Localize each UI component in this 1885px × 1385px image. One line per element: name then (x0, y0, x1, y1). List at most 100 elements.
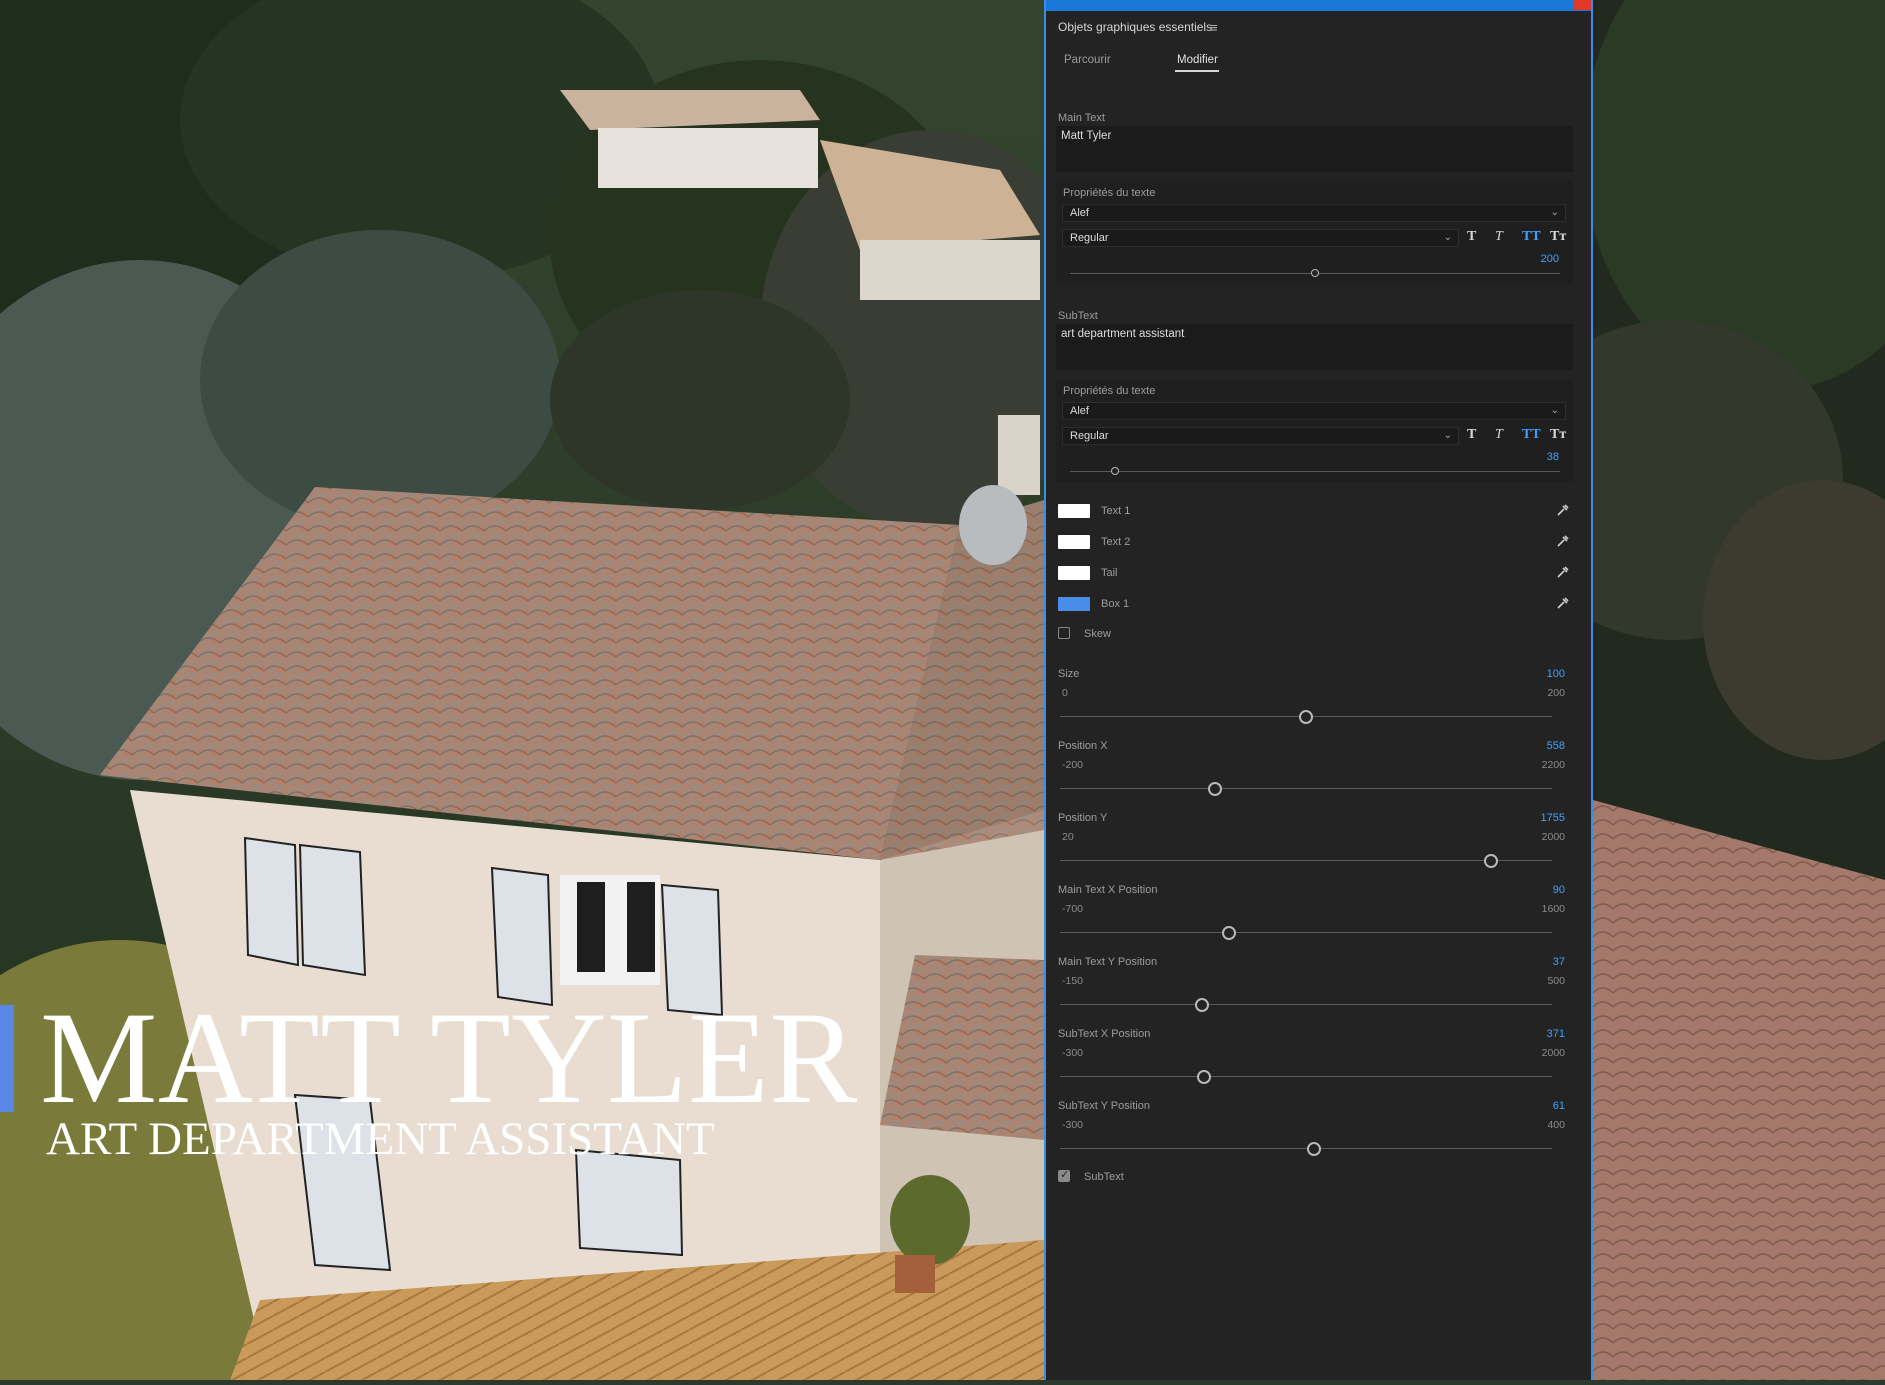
main-text-x-position-value[interactable]: 90 (1553, 884, 1565, 896)
position-x-thumb[interactable] (1208, 782, 1223, 796)
video-frame-right (1503, 0, 1885, 1380)
main-text-x-position-max: 1600 (1541, 903, 1565, 915)
main-text-x-position-label: Main Text X Position (1058, 884, 1158, 896)
main-text-x-position-min: -700 (1062, 903, 1084, 915)
main-style-select[interactable]: Regular ⌄ (1062, 229, 1459, 247)
main-text-y-position-track (1060, 1004, 1552, 1005)
position-x-min: -200 (1062, 759, 1084, 771)
subtext-visibility-checkbox[interactable] (1058, 1168, 1070, 1182)
position-x-track (1060, 788, 1552, 789)
size-label: Size (1058, 668, 1080, 680)
main-text-y-position-min: -150 (1062, 975, 1084, 987)
tail-color-label: Tail (1101, 567, 1118, 579)
main-font-size-value[interactable]: 200 (1541, 253, 1559, 265)
main-text-y-position-label: Main Text Y Position (1058, 956, 1158, 968)
main-font-size-thumb[interactable] (1311, 269, 1319, 277)
small-caps-button[interactable]: Tт (1550, 427, 1566, 443)
subtext-input[interactable]: art department assistant (1056, 324, 1573, 370)
small-caps-button[interactable]: Tт (1550, 229, 1566, 245)
box1-color-label: Box 1 (1101, 598, 1130, 610)
chevron-down-icon: ⌄ (1550, 405, 1559, 416)
subtext-x-position-max: 2000 (1541, 1047, 1565, 1059)
panel-title: Objets graphiques essentiels (1058, 20, 1213, 34)
main-text-label: Main Text (1058, 112, 1105, 124)
main-text-y-position-value[interactable]: 37 (1553, 956, 1565, 968)
close-icon[interactable] (1574, 0, 1591, 10)
text2-color-swatch[interactable] (1058, 535, 1090, 549)
subtext-y-position-value[interactable]: 61 (1553, 1100, 1565, 1112)
sub-font-select[interactable]: Alef ⌄ (1062, 402, 1566, 420)
eyedropper-icon[interactable] (1556, 596, 1570, 610)
faux-italic-button[interactable]: T (1495, 427, 1503, 443)
all-caps-button[interactable]: TT (1522, 229, 1541, 245)
subtext-y-position-max: 400 (1547, 1119, 1565, 1131)
sub-font-value: Alef (1070, 405, 1089, 417)
position-y-label: Position Y (1058, 812, 1108, 824)
subtext-label: SubText (1058, 310, 1098, 322)
text-properties-label: Propriétés du texte (1063, 385, 1156, 397)
text1-color-swatch[interactable] (1058, 504, 1090, 518)
size-min: 0 (1062, 687, 1068, 699)
subtext-y-position-label: SubText Y Position (1058, 1100, 1150, 1112)
main-text-y-position-thumb[interactable] (1194, 998, 1209, 1012)
box1-color-swatch[interactable] (1058, 597, 1090, 611)
main-text-properties: Propriétés du texte Alef ⌄ Regular ⌄ T T… (1056, 181, 1573, 283)
tab-parcourir[interactable]: Parcourir (1064, 54, 1111, 66)
faux-italic-button[interactable]: T (1495, 229, 1503, 245)
position-x-value[interactable]: 558 (1547, 740, 1565, 752)
eyedropper-icon[interactable] (1556, 565, 1570, 579)
main-text-x-position-thumb[interactable] (1221, 926, 1236, 940)
position-y-min: 20 (1062, 831, 1074, 843)
sub-font-size-value[interactable]: 38 (1547, 451, 1559, 463)
subtext-y-position-thumb[interactable] (1306, 1142, 1321, 1156)
panel-top-highlight (1046, 0, 1591, 11)
text1-color-label: Text 1 (1101, 505, 1131, 517)
text2-color-label: Text 2 (1101, 536, 1131, 548)
tab-modifier[interactable]: Modifier (1177, 54, 1218, 66)
subtext-properties: Propriétés du texte Alef ⌄ Regular ⌄ T T… (1056, 380, 1573, 482)
subtext-x-position-track (1060, 1076, 1552, 1077)
subtext-x-position-thumb[interactable] (1196, 1070, 1211, 1084)
chevron-down-icon: ⌄ (1443, 232, 1452, 243)
sub-style-select[interactable]: Regular ⌄ (1062, 427, 1459, 445)
sub-font-size-thumb[interactable] (1111, 467, 1119, 475)
position-y-value[interactable]: 1755 (1541, 812, 1565, 824)
skew-checkbox[interactable] (1058, 627, 1070, 639)
position-y-max: 2000 (1541, 831, 1565, 843)
subtext-x-position-value[interactable]: 371 (1547, 1028, 1565, 1040)
position-y-thumb[interactable] (1483, 854, 1498, 868)
size-value[interactable]: 100 (1547, 668, 1565, 680)
title-accent-bar (0, 1005, 14, 1112)
sub-style-value: Regular (1070, 430, 1109, 442)
main-text-input[interactable]: Matt Tyler (1056, 126, 1573, 172)
eyedropper-icon[interactable] (1556, 534, 1570, 548)
essential-graphics-panel: Objets graphiques essentiels ≡ Parcourir… (1044, 0, 1593, 1380)
subtext-visibility-label: SubText (1084, 1171, 1124, 1183)
text-properties-label: Propriétés du texte (1063, 187, 1156, 199)
main-style-value: Regular (1070, 232, 1109, 244)
faux-bold-button[interactable]: T (1467, 427, 1476, 443)
main-font-value: Alef (1070, 207, 1089, 219)
faux-bold-button[interactable]: T (1467, 229, 1476, 245)
position-y-track (1060, 860, 1552, 861)
active-tab-indicator (1175, 70, 1219, 72)
main-text-x-position-track (1060, 932, 1552, 933)
main-text-y-position-max: 500 (1547, 975, 1565, 987)
position-x-label: Position X (1058, 740, 1108, 752)
subtext-x-position-label: SubText X Position (1058, 1028, 1151, 1040)
position-x-max: 2200 (1541, 759, 1565, 771)
subtext-y-position-min: -300 (1062, 1119, 1084, 1131)
tail-color-swatch[interactable] (1058, 566, 1090, 580)
hamburger-icon[interactable]: ≡ (1210, 20, 1218, 35)
eyedropper-icon[interactable] (1556, 503, 1570, 517)
chevron-down-icon: ⌄ (1550, 207, 1559, 218)
skew-label: Skew (1084, 628, 1111, 640)
main-font-select[interactable]: Alef ⌄ (1062, 204, 1566, 222)
lower-third-subtitle: ART DEPARTMENT ASSISTANT (46, 1113, 715, 1165)
sub-font-size-track (1070, 471, 1560, 472)
size-thumb[interactable] (1299, 710, 1313, 724)
scene-illustration-right (1503, 0, 1885, 1380)
size-max: 200 (1547, 687, 1565, 699)
subtext-x-position-min: -300 (1062, 1047, 1084, 1059)
all-caps-button[interactable]: TT (1522, 427, 1541, 443)
